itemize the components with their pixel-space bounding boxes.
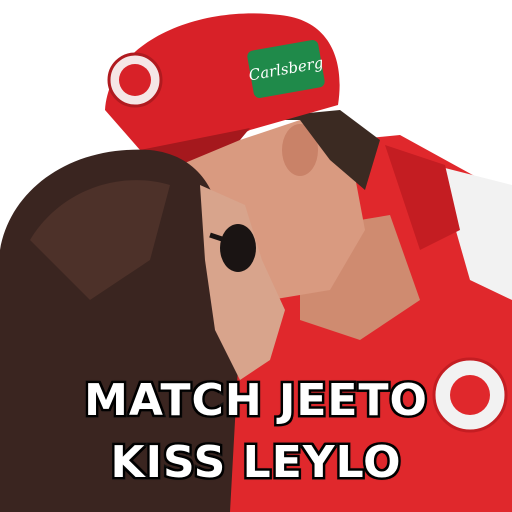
cap-badge-icon — [107, 52, 163, 108]
photo-illustration: Carlsberg — [0, 13, 512, 512]
sticker-canvas: Carlsberg MATCH JEETO KISS LEYLO — [0, 0, 512, 512]
caption-line-2: KISS LEYLO — [108, 435, 403, 491]
caption-line-1: MATCH JEETO — [82, 373, 430, 429]
